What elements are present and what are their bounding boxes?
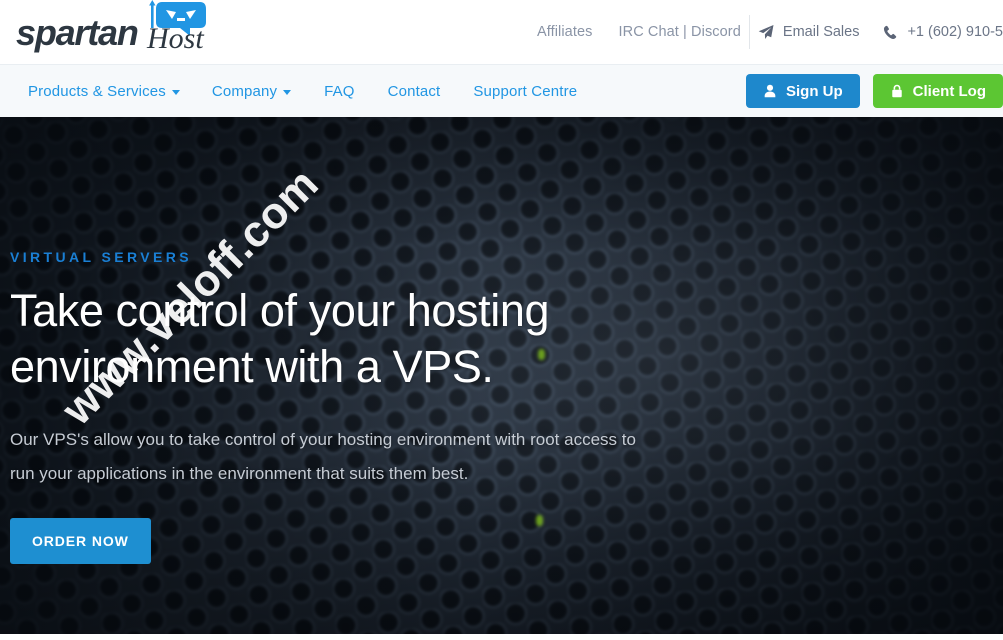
toplink-irc-chat-discord[interactable]: IRC Chat | Discord	[619, 24, 741, 40]
hero-eyebrow: VIRTUAL SERVERS	[10, 249, 192, 265]
nav-item-company[interactable]: Company	[212, 83, 324, 100]
toplink-affiliates[interactable]: Affiliates	[537, 24, 593, 40]
nav-label-faq: FAQ	[324, 82, 355, 100]
nav-label-support-centre: Support Centre	[473, 82, 578, 100]
email-sales-link[interactable]: Email Sales	[758, 24, 860, 40]
svg-text:spartan: spartan	[16, 12, 138, 53]
site-logo[interactable]: spartan Host	[14, 0, 229, 64]
svg-text:Host: Host	[146, 22, 204, 55]
main-nav-links: Products & Services Company FAQ Contact …	[28, 65, 600, 118]
lock-icon	[890, 84, 904, 98]
top-utility-bar: spartan Host Affiliates IRC Chat | Disco…	[0, 0, 1003, 64]
phone-label: +1 (602) 910-5	[907, 24, 1003, 40]
client-login-label: Client Log	[912, 82, 986, 100]
sign-up-label: Sign Up	[786, 82, 843, 100]
hero-section: VIRTUAL SERVERS Take control of your hos…	[0, 117, 1003, 634]
nav-item-contact[interactable]: Contact	[388, 83, 474, 100]
spartan-host-logo-mark: spartan Host	[16, 0, 206, 55]
nav-item-support-centre[interactable]: Support Centre	[473, 83, 600, 100]
email-sales-label: Email Sales	[782, 24, 860, 40]
paper-plane-icon	[758, 24, 774, 40]
page-root: spartan Host Affiliates IRC Chat | Disco…	[0, 0, 1003, 640]
hero-content: VIRTUAL SERVERS Take control of your hos…	[10, 249, 710, 564]
topbar-links: Affiliates IRC Chat | Discord	[537, 0, 741, 64]
hero-title: Take control of your hosting environment…	[10, 285, 550, 392]
nav-label-company: Company	[211, 82, 278, 100]
user-icon	[763, 84, 777, 98]
sign-up-button[interactable]: Sign Up	[746, 74, 860, 108]
hero-paragraph: Our VPS's allow you to take control of y…	[10, 430, 636, 483]
main-navigation-bar: Products & Services Company FAQ Contact …	[0, 64, 1003, 117]
client-login-button[interactable]: Client Log	[872, 74, 1003, 108]
chevron-down-icon	[283, 89, 292, 95]
nav-item-products-services[interactable]: Products & Services	[28, 83, 212, 100]
nav-item-faq[interactable]: FAQ	[324, 83, 387, 100]
topbar-contacts: Email Sales +1 (602) 910-5	[758, 24, 1003, 40]
phone-icon	[883, 25, 898, 40]
order-now-button[interactable]: ORDER NOW	[10, 518, 151, 564]
nav-label-products-services: Products & Services	[28, 82, 166, 100]
chevron-down-icon	[171, 89, 180, 95]
phone-link[interactable]: +1 (602) 910-5	[883, 24, 1003, 40]
nav-action-buttons: Sign Up Client Log	[746, 65, 1003, 118]
topbar-divider	[748, 15, 750, 49]
nav-label-contact: Contact	[387, 82, 441, 100]
